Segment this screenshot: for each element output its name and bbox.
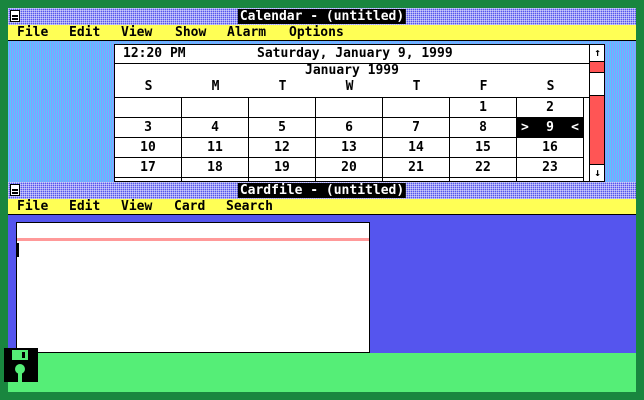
calendar-window: Calendar - (untitled) File Edit View Sho… — [8, 8, 636, 182]
day-grid: 1234567891011121314151617181920212223242… — [115, 97, 589, 181]
day-cell-7[interactable]: 7 — [383, 118, 450, 138]
current-date: Saturday, January 9, 1999 — [257, 46, 453, 61]
day-cell-empty — [316, 98, 383, 118]
cardfile-menu-view[interactable]: View — [121, 199, 152, 214]
cardfile-menu-search[interactable]: Search — [226, 199, 273, 214]
day-cell-13[interactable]: 13 — [316, 138, 383, 158]
day-cell-4[interactable]: 4 — [182, 118, 249, 138]
cardfile-menu-file[interactable]: File — [17, 199, 48, 214]
day-cell-14[interactable]: 14 — [383, 138, 450, 158]
scroll-thumb[interactable] — [590, 72, 604, 96]
day-cell-empty — [115, 98, 182, 118]
month-heading: January 1999 — [305, 63, 399, 78]
scroll-down-arrow-icon[interactable]: ↓ — [590, 164, 604, 181]
calendar-menu-alarm[interactable]: Alarm — [227, 25, 266, 40]
day-cell-3[interactable]: 3 — [115, 118, 182, 138]
desktop — [8, 353, 636, 392]
month-view: 12:20 PM Saturday, January 9, 1999 Janua… — [114, 44, 605, 182]
calendar-menu-file[interactable]: File — [17, 25, 48, 40]
day-cell-8[interactable]: 8 — [450, 118, 517, 138]
floppy-disk-icon[interactable] — [4, 348, 38, 382]
weekday-friday: F — [479, 79, 488, 94]
weekday-wednesday: W — [345, 79, 354, 94]
calendar-menu-options[interactable]: Options — [289, 25, 344, 40]
cardfile-menu-edit[interactable]: Edit — [69, 199, 100, 214]
screen: Calendar - (untitled) File Edit View Sho… — [8, 8, 636, 392]
day-cell-23[interactable]: 23 — [517, 158, 584, 178]
day-cell-10[interactable]: 10 — [115, 138, 182, 158]
weekday-monday: M — [211, 79, 220, 94]
day-cell-22[interactable]: 22 — [450, 158, 517, 178]
calendar-menu-show[interactable]: Show — [175, 25, 206, 40]
cardfile-menu-bar: File Edit View Card Search — [8, 199, 636, 215]
weekday-saturday: S — [546, 79, 555, 94]
day-cell-11[interactable]: 11 — [182, 138, 249, 158]
calendar-vertical-scrollbar[interactable]: ↑ ↓ — [589, 45, 604, 181]
scroll-up-arrow-icon[interactable]: ↑ — [590, 45, 604, 62]
system-menu-box-icon[interactable] — [10, 184, 20, 196]
calendar-menu-bar: File Edit View Show Alarm Options — [8, 25, 636, 41]
calendar-client-area: 12:20 PM Saturday, January 9, 1999 Janua… — [8, 41, 636, 182]
day-cell-5[interactable]: 5 — [249, 118, 316, 138]
disk-shutter — [12, 350, 28, 360]
current-time: 12:20 PM — [123, 46, 186, 61]
day-cell-1[interactable]: 1 — [450, 98, 517, 118]
day-cell-9[interactable]: 9 — [517, 118, 584, 138]
day-cell-21[interactable]: 21 — [383, 158, 450, 178]
day-cell-empty — [182, 98, 249, 118]
day-cell-19[interactable]: 19 — [249, 158, 316, 178]
cardfile-window: Cardfile - (untitled) File Edit View Car… — [8, 182, 636, 353]
calendar-title: Calendar - (untitled) — [237, 9, 407, 24]
card-header-rule — [17, 238, 369, 241]
day-cell-16[interactable]: 16 — [517, 138, 584, 158]
day-cell-20[interactable]: 20 — [316, 158, 383, 178]
cardfile-title: Cardfile - (untitled) — [237, 183, 407, 198]
day-cell-15[interactable]: 15 — [450, 138, 517, 158]
system-menu-box-icon[interactable] — [10, 10, 20, 22]
calendar-title-bar[interactable]: Calendar - (untitled) — [8, 8, 636, 25]
day-cell-18[interactable]: 18 — [182, 158, 249, 178]
calendar-menu-view[interactable]: View — [121, 25, 152, 40]
disk-slot — [18, 373, 22, 382]
index-card[interactable] — [16, 222, 370, 353]
day-cell-2[interactable]: 2 — [517, 98, 584, 118]
day-cell-17[interactable]: 17 — [115, 158, 182, 178]
text-cursor — [17, 243, 19, 257]
weekday-tuesday: T — [278, 79, 287, 94]
cardfile-title-bar[interactable]: Cardfile - (untitled) — [8, 182, 636, 199]
day-cell-12[interactable]: 12 — [249, 138, 316, 158]
weekday-sunday: S — [144, 79, 153, 94]
day-cell-6[interactable]: 6 — [316, 118, 383, 138]
day-cell-empty — [249, 98, 316, 118]
weekday-thursday: T — [412, 79, 421, 94]
day-cell-empty — [383, 98, 450, 118]
cardfile-menu-card[interactable]: Card — [174, 199, 205, 214]
calendar-menu-edit[interactable]: Edit — [69, 25, 100, 40]
